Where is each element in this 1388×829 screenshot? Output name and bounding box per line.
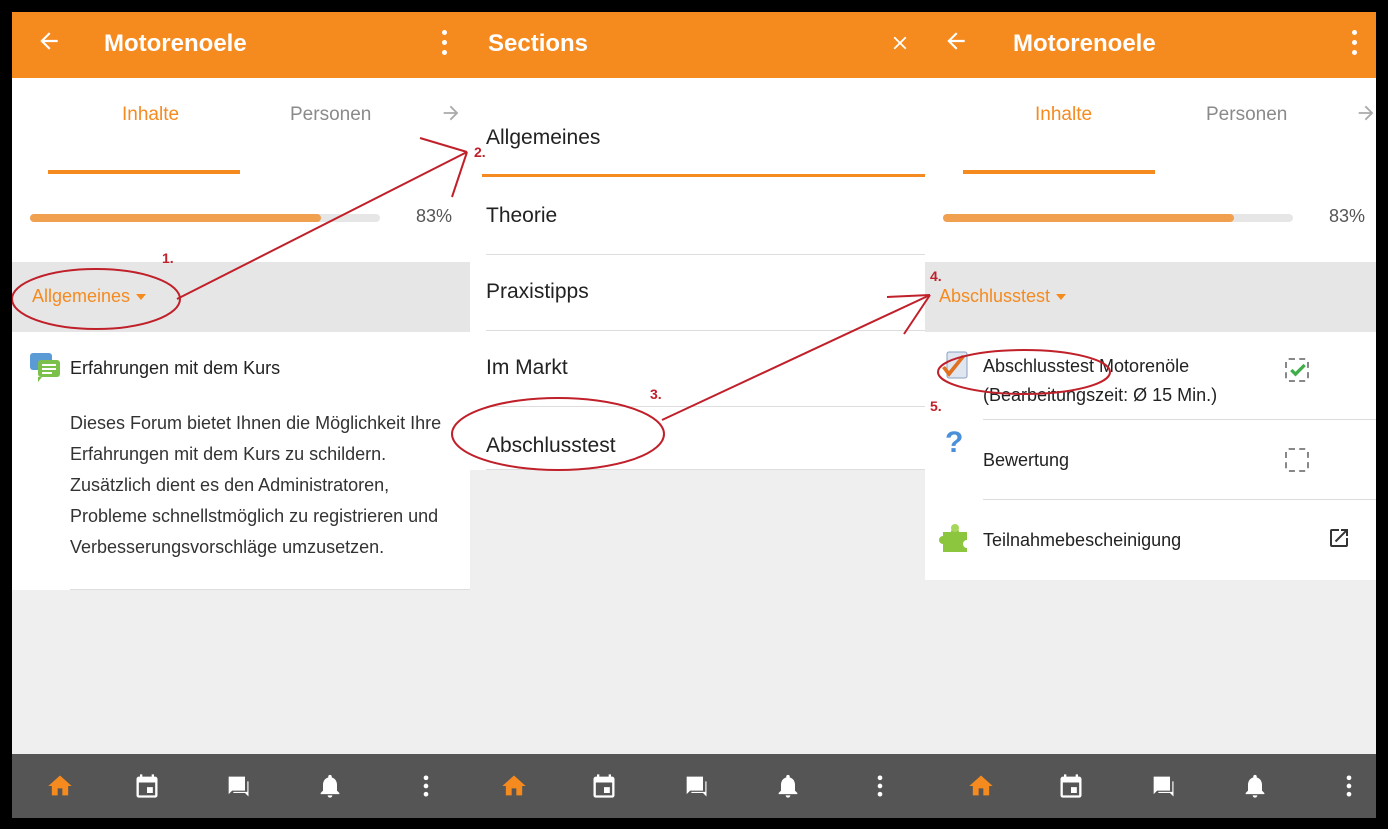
progress-label: 83% [416, 206, 453, 226]
divider [486, 406, 925, 407]
tab-personen[interactable]: Personen [290, 104, 371, 126]
desc-line: Probleme schnellstmöglich zu registriere… [70, 506, 439, 526]
progress-label: 83% [1329, 206, 1366, 226]
more-icon[interactable] [1335, 772, 1363, 800]
section-item-theorie[interactable]: Theorie [486, 204, 557, 228]
progress-bar-fill [30, 214, 321, 222]
bottom-nav [12, 754, 470, 818]
more-icon[interactable] [866, 772, 894, 800]
bottom-nav [925, 754, 1376, 818]
page-title: Sections [488, 30, 589, 57]
more-options-icon[interactable] [440, 30, 448, 56]
divider [70, 589, 470, 590]
progress-bar-fill [943, 214, 1234, 222]
forum-description: Dieses Forum bietet Ihnen die Möglichkei… [70, 408, 465, 563]
tab-personen[interactable]: Personen [1206, 104, 1287, 126]
divider [486, 254, 925, 255]
desc-line: Zusätzlich dient es den Administratoren, [70, 475, 390, 495]
activity-title: Abschlusstest Motorenöle [983, 356, 1190, 376]
activity-certificate[interactable]: Teilnahmebescheinigung [925, 500, 1376, 580]
completion-checkbox[interactable] [1285, 448, 1309, 472]
annotation-label-3: 3. [650, 386, 662, 402]
arrow-right-icon[interactable] [1355, 102, 1376, 124]
desc-line: Dieses Forum bietet Ihnen die Möglichkei… [70, 413, 442, 433]
more-icon[interactable] [412, 772, 440, 800]
close-icon[interactable] [889, 32, 911, 54]
section-dropdown[interactable]: Abschlusstest [939, 286, 1067, 307]
bell-icon[interactable] [774, 772, 802, 800]
back-arrow-icon[interactable] [36, 28, 62, 54]
arrow-right-icon[interactable] [440, 102, 462, 124]
progress-bar [943, 214, 1293, 222]
sections-panel: Sections Allgemeines Theorie Praxistipps… [470, 12, 925, 818]
home-icon[interactable] [967, 772, 995, 800]
annotation-label-1: 1. [162, 250, 174, 266]
section-header[interactable]: Abschlusstest [925, 262, 1376, 332]
forum-item[interactable]: Erfahrungen mit dem Kurs Dieses Forum bi… [12, 332, 470, 590]
page-title: Motorenoele [1013, 30, 1156, 57]
more-options-icon[interactable] [1350, 30, 1358, 56]
app-bar: Motorenoele [12, 12, 470, 78]
app-bar: Motorenoele [925, 12, 1376, 78]
progress-section: 83% [925, 174, 1376, 262]
forum-title: Erfahrungen mit dem Kurs [70, 358, 281, 378]
tab-inhalte[interactable]: Inhalte [122, 104, 179, 126]
bottom-nav [470, 754, 925, 818]
section-item-praxistipps[interactable]: Praxistipps [486, 280, 589, 304]
active-section-indicator [482, 174, 925, 177]
home-icon[interactable] [500, 772, 528, 800]
calendar-icon[interactable] [590, 772, 618, 800]
messages-icon[interactable] [224, 772, 252, 800]
caret-down-icon [1056, 294, 1067, 301]
section-name: Allgemeines [32, 286, 131, 306]
section-item-allgemeines[interactable]: Allgemeines [486, 126, 600, 150]
caret-down-icon [136, 294, 147, 301]
activity-title: Bewertung [983, 450, 1070, 470]
course-panel-right: Motorenoele Inhalte Personen 83% Abschlu… [925, 12, 1376, 818]
bell-icon[interactable] [1241, 772, 1269, 800]
annotation-label-4: 4. [930, 268, 942, 284]
section-name: Abschlusstest [939, 286, 1051, 306]
app-bar: Sections [470, 12, 925, 78]
activity-list: Abschlusstest Motorenöle (Bearbeitungsze… [925, 332, 1376, 580]
tab-bar: Inhalte Personen [925, 78, 1376, 174]
activity-quiz[interactable]: Abschlusstest Motorenöle (Bearbeitungsze… [925, 332, 1376, 420]
puzzle-icon [939, 524, 967, 552]
divider [486, 469, 925, 470]
section-item-im-markt[interactable]: Im Markt [486, 356, 568, 380]
question-mark-icon: ? [945, 426, 964, 459]
page-title: Motorenoele [104, 30, 247, 57]
checkmark-icon [1290, 363, 1306, 377]
calendar-icon[interactable] [133, 772, 161, 800]
bell-icon[interactable] [316, 772, 344, 800]
section-header[interactable]: Allgemeines [12, 262, 470, 332]
desc-line: Erfahrungen mit dem Kurs zu schildern. [70, 444, 387, 464]
activity-title: Teilnahmebescheinigung [983, 530, 1182, 550]
activity-subtitle: (Bearbeitungszeit: Ø 15 Min.) [983, 385, 1218, 405]
quiz-check-icon [942, 351, 968, 379]
sections-list: Allgemeines Theorie Praxistipps Im Markt… [470, 78, 925, 470]
section-dropdown[interactable]: Allgemeines [32, 286, 147, 307]
progress-bar [30, 214, 380, 222]
messages-icon[interactable] [682, 772, 710, 800]
completion-checkbox[interactable] [1285, 358, 1309, 382]
annotation-label-5: 5. [930, 398, 942, 414]
section-item-abschlusstest[interactable]: Abschlusstest [486, 434, 616, 458]
screenshot-frame: Motorenoele Inhalte Personen 83% Allgeme… [12, 12, 1376, 818]
course-panel-left: Motorenoele Inhalte Personen 83% Allgeme… [12, 12, 470, 818]
activity-rating[interactable]: ? Bewertung [925, 420, 1376, 500]
divider [486, 330, 925, 331]
forum-icon [30, 353, 60, 382]
annotation-label-2: 2. [474, 144, 486, 160]
desc-line: Verbesserungsvorschläge umzusetzen. [70, 537, 385, 557]
external-link-icon[interactable] [1327, 526, 1351, 550]
progress-section: 83% [12, 174, 470, 262]
messages-icon[interactable] [1149, 772, 1177, 800]
back-arrow-icon[interactable] [943, 28, 969, 54]
calendar-icon[interactable] [1057, 772, 1085, 800]
tab-inhalte[interactable]: Inhalte [1035, 104, 1092, 126]
tab-bar: Inhalte Personen [12, 78, 470, 174]
home-icon[interactable] [46, 772, 74, 800]
